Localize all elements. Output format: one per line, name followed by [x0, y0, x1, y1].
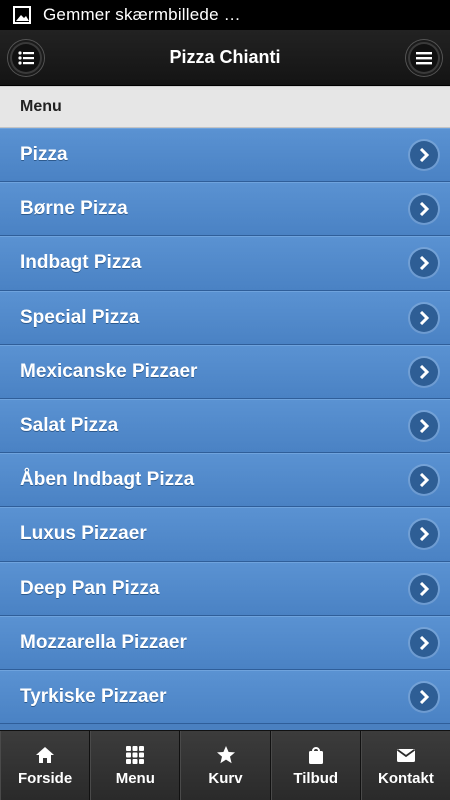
menu-item-label: Indbagt Pizza	[20, 252, 142, 274]
menu-button[interactable]	[406, 40, 442, 76]
menu-item-label: Tyrkiske Pizzaer	[20, 685, 167, 707]
menu-item-luxus-pizzaer[interactable]: Luxus Pizzaer	[0, 507, 450, 562]
app-header: Pizza Chianti	[0, 30, 450, 86]
chevron-right-icon	[410, 303, 438, 332]
chevron-right-icon	[410, 412, 438, 441]
chevron-right-icon	[410, 357, 438, 386]
chevron-right-icon	[410, 249, 438, 278]
chevron-right-icon	[410, 195, 438, 224]
menu-item-indbagt-pizza[interactable]: Indbagt Pizza	[0, 236, 450, 291]
list-button[interactable]	[8, 40, 44, 76]
tab-menu[interactable]: Menu	[90, 731, 181, 800]
image-icon	[13, 6, 31, 24]
section-title: Menu	[20, 98, 62, 115]
chevron-right-icon	[410, 520, 438, 549]
tab-label: Menu	[115, 770, 155, 787]
menu-item-label: Mexicanske Pizzaer	[20, 360, 198, 382]
bag-icon	[305, 744, 327, 766]
chevron-right-icon	[410, 466, 438, 495]
list-icon	[18, 51, 34, 65]
menu-item-label: Special Pizza	[20, 306, 140, 328]
status-text: Gemmer skærmbillede …	[43, 5, 241, 24]
chevron-right-icon	[410, 682, 438, 711]
menu-item-label: Deep Pan Pizza	[20, 577, 160, 599]
tab-label: Tilbud	[293, 770, 339, 787]
tab-forside[interactable]: Forside	[0, 731, 91, 800]
grid-icon	[124, 744, 146, 766]
menu-item-label: Mozzarella Pizzaer	[20, 631, 187, 653]
page-title: Pizza Chianti	[169, 47, 281, 67]
home-icon	[34, 744, 56, 766]
menu-item-pizza[interactable]: Pizza	[0, 128, 450, 183]
menu-item-label: Åben Indbagt Pizza	[20, 469, 195, 491]
menu-list: Pizza Børne Pizza Indbagt Pizza Special …	[0, 128, 450, 730]
menu-item-tyrkiske-pizzaer[interactable]: Tyrkiske Pizzaer	[0, 669, 450, 725]
star-icon	[215, 744, 237, 766]
menu-item-salat-pizza[interactable]: Salat Pizza	[0, 398, 450, 454]
tab-label: Forside	[18, 770, 73, 787]
tab-kurv[interactable]: Kurv	[180, 731, 271, 800]
menu-icon	[416, 52, 432, 65]
menu-item-label: Salat Pizza	[20, 415, 119, 437]
chevron-right-icon	[410, 574, 438, 603]
menu-item-label: Børne Pizza	[20, 198, 128, 220]
tab-tilbud[interactable]: Tilbud	[270, 731, 361, 800]
mail-icon	[395, 744, 417, 766]
menu-item-special-pizza[interactable]: Special Pizza	[0, 290, 450, 345]
tab-label: Kontakt	[377, 770, 434, 787]
menu-item-label: Pizza	[20, 144, 68, 166]
menu-item-mozzarella-pizzaer[interactable]: Mozzarella Pizzaer	[0, 615, 450, 670]
chevron-right-icon	[410, 628, 438, 657]
tab-label: Kurv	[208, 770, 243, 787]
chevron-right-icon	[410, 141, 438, 170]
section-header: Menu	[0, 86, 450, 128]
status-bar: Gemmer skærmbillede …	[0, 0, 450, 30]
menu-item-label: Luxus Pizzaer	[20, 523, 147, 545]
menu-item-aben-indbagt-pizza[interactable]: Åben Indbagt Pizza	[0, 453, 450, 508]
menu-item-deep-pan-pizza[interactable]: Deep Pan Pizza	[0, 561, 450, 616]
menu-item-borne-pizza[interactable]: Børne Pizza	[0, 182, 450, 237]
bottom-tabbar: Forside Menu Kurv Tilbud Kontakt	[0, 730, 450, 800]
tab-kontakt[interactable]: Kontakt	[360, 731, 450, 800]
menu-item-mexicanske-pizzaer[interactable]: Mexicanske Pizzaer	[0, 344, 450, 399]
